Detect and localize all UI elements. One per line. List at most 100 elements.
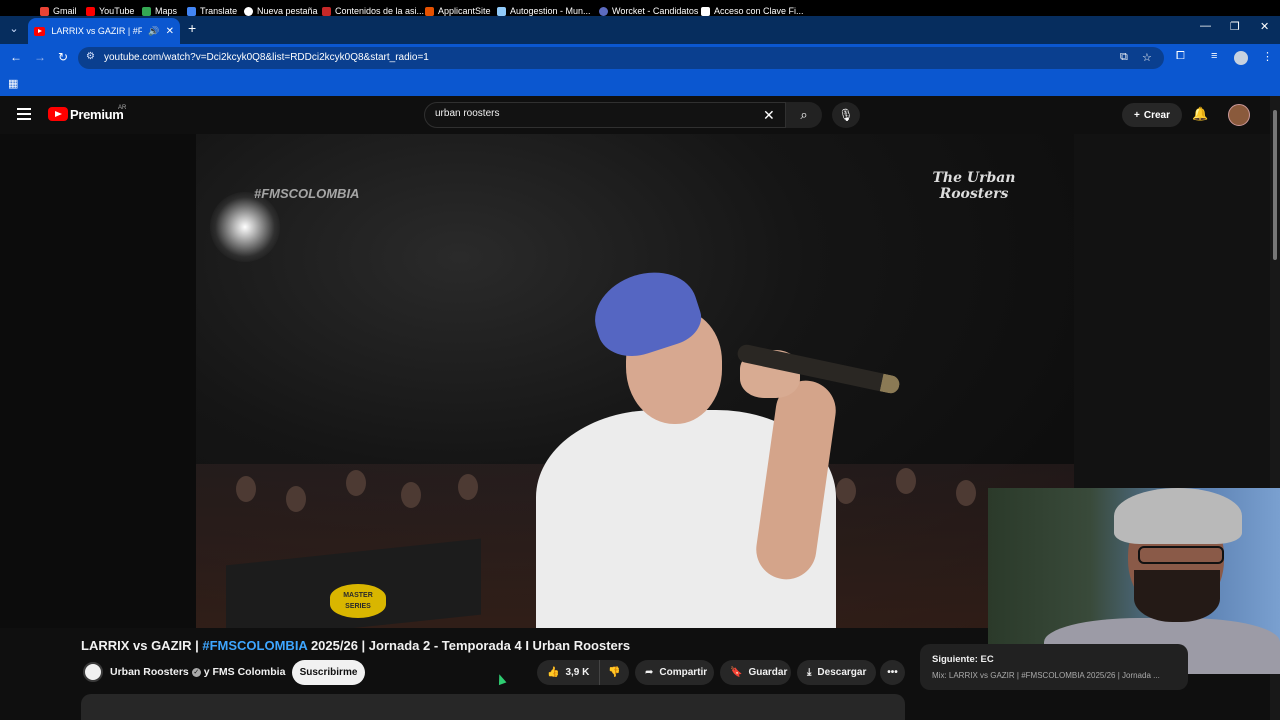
bookmark-item[interactable]: Nueva pestaña (244, 6, 318, 16)
forward-arrow-icon[interactable]: → (34, 50, 46, 64)
bookmark-label: YouTube (99, 6, 135, 16)
bookmark-favicon-icon (425, 6, 434, 16)
search-icon: ⌕ (800, 107, 808, 122)
channel-name[interactable]: Urban Roosters ✓ y FMS Colombia (110, 666, 285, 678)
bookmark-favicon-icon (40, 6, 49, 16)
video-title-suffix: 2025/26 | Jornada 2 - Temporada 4 I Urba… (307, 638, 631, 653)
bookmark-favicon-icon (187, 6, 196, 16)
audio-playing-icon[interactable]: 🔊 (148, 26, 159, 37)
theater-backdrop-right (1074, 134, 1270, 488)
browser-toolbar: ← → ↻ ⚙ youtube.com/watch?v=Dci2kcyk0Q8&… (0, 44, 1280, 72)
channel-name-primary[interactable]: Urban Roosters (110, 666, 189, 678)
bookmark-item[interactable]: Gmail (40, 6, 77, 16)
bookmark-item[interactable]: Translate (187, 6, 237, 16)
search-button[interactable]: ⌕ (786, 102, 822, 128)
bookmark-favicon-icon (599, 6, 608, 16)
plus-icon: + (1134, 109, 1140, 121)
restore-button[interactable]: ❐ (1230, 20, 1240, 33)
share-arrow-icon: ➦ (645, 667, 654, 678)
up-next-card[interactable]: Siguiente: EC Mix: LARRIX vs GAZIR | #FM… (920, 644, 1188, 690)
clear-search-icon[interactable]: ✕ (763, 107, 775, 124)
account-avatar[interactable] (1228, 104, 1250, 126)
more-horizontal-icon: ••• (887, 667, 898, 678)
like-button[interactable]: 👍 3,9 K (537, 660, 599, 685)
apps-grid-icon[interactable]: ▦ (8, 77, 18, 90)
save-button[interactable]: 🔖 Guardar (720, 660, 791, 685)
notifications-bell-icon[interactable]: 🔔 (1192, 106, 1208, 122)
share-button[interactable]: ➦ Compartir (635, 660, 714, 685)
channel-name-collab[interactable]: y FMS Colombia (204, 666, 286, 678)
bookmark-favicon-icon (244, 6, 253, 16)
search-box[interactable]: ✕ (424, 102, 786, 128)
youtube-favicon-icon (34, 26, 46, 36)
video-title: LARRIX vs GAZIR | #FMSCOLOMBIA 2025/26 |… (81, 638, 630, 653)
youtube-logo-icon[interactable] (48, 107, 68, 121)
bookmark-favicon-icon (86, 6, 95, 16)
address-bar[interactable]: ⚙ youtube.com/watch?v=Dci2kcyk0Q8&list=R… (78, 47, 1164, 69)
create-button[interactable]: + Crear (1122, 103, 1182, 127)
master-series-badge: MASTER SERIES (330, 584, 386, 618)
bookmark-item[interactable]: Worcket - Candidatos (599, 6, 698, 16)
scrollbar-thumb[interactable] (1273, 110, 1277, 260)
up-next-label: Siguiente: EC (932, 654, 994, 665)
new-tab-button[interactable]: + (188, 20, 196, 36)
extensions-icon[interactable]: ⧠ (1176, 50, 1185, 63)
thumbs-down-icon: 👎 (608, 667, 621, 678)
theater-backdrop-left (0, 134, 196, 628)
voice-search-button[interactable]: 🎙 (832, 102, 860, 128)
close-tab-icon[interactable]: ✕ (166, 26, 174, 37)
bookmark-item[interactable]: Autogestion - Mun... (497, 6, 591, 16)
bookmark-label: Autogestion - Mun... (510, 6, 591, 16)
video-watermark-hashtag: #FMSCOLOMBIA (254, 186, 360, 201)
more-actions-button[interactable]: ••• (880, 660, 905, 685)
back-arrow-icon[interactable]: ← (10, 50, 22, 64)
stage-light (210, 192, 280, 262)
save-label: Guardar (748, 667, 788, 678)
download-icon: ⤓ (807, 667, 812, 678)
bookmark-favicon-icon (497, 6, 506, 16)
youtube-header: Premium AR ✕ ⌕ 🎙 +Crear 🔔 (0, 96, 1270, 134)
bookmark-item[interactable]: ApplicantSite (425, 6, 491, 16)
search-input[interactable] (435, 108, 755, 119)
bookmark-label: Acceso con Clave Fi... (714, 6, 804, 16)
url-text: youtube.com/watch?v=Dci2kcyk0Q8&list=RDD… (104, 52, 429, 63)
reload-icon[interactable]: ↻ (58, 50, 68, 64)
browser-tab-active[interactable]: LARRIX vs GAZIR | #FMSCO 🔊 ✕ (28, 18, 180, 44)
install-app-icon[interactable]: ⧉ (1120, 51, 1128, 64)
thumbs-up-icon: 👍 (547, 667, 560, 678)
download-label: Descargar (817, 667, 867, 678)
channel-avatar[interactable] (83, 662, 103, 682)
create-label: Crear (1143, 109, 1170, 121)
bookmark-item[interactable]: Acceso con Clave Fi... (701, 6, 804, 16)
video-title-hashtag-link[interactable]: #FMSCOLOMBIA (202, 638, 307, 653)
bookmark-favicon-icon (322, 6, 331, 16)
minimize-button[interactable]: — (1200, 20, 1211, 32)
download-button[interactable]: ⤓ Descargar (797, 660, 876, 685)
up-next-subtitle: Mix: LARRIX vs GAZIR | #FMSCOLOMBIA 2025… (932, 671, 1160, 680)
profile-avatar[interactable] (1234, 51, 1248, 65)
description-box[interactable] (81, 694, 905, 720)
site-info-icon[interactable]: ⚙ (86, 51, 95, 62)
urban-roosters-logo: The Urban Roosters (932, 170, 1016, 202)
bookmark-star-icon[interactable]: ☆ (1142, 51, 1152, 64)
verified-check-icon: ✓ (191, 667, 201, 677)
tab-search-button[interactable]: ⌄ (6, 20, 22, 38)
video-player[interactable]: #FMSCOLOMBIA The Urban Roosters MASTER S… (196, 134, 1074, 628)
video-title-prefix: LARRIX vs GAZIR | (81, 638, 203, 653)
region-code: AR (118, 105, 127, 111)
dislike-button[interactable]: 👎 (599, 660, 629, 685)
media-controls-icon[interactable]: ≡ (1211, 50, 1217, 62)
bookmark-item[interactable]: Maps (142, 6, 177, 16)
microphone-icon: 🎙 (838, 108, 854, 122)
bookmark-item[interactable]: YouTube (86, 6, 134, 16)
mouse-cursor (495, 672, 507, 686)
like-count: 3,9 K (565, 667, 590, 678)
close-window-button[interactable]: ✕ (1260, 20, 1269, 33)
youtube-premium-wordmark[interactable]: Premium (70, 107, 124, 122)
tab-title: LARRIX vs GAZIR | #FMSCO (51, 26, 143, 36)
bookmark-item[interactable]: Contenidos de la asi... (322, 6, 424, 16)
subscribe-button[interactable]: Suscribirme (292, 660, 365, 685)
bookmark-icon: 🔖 (730, 667, 743, 678)
hamburger-menu-icon[interactable] (17, 108, 31, 120)
menu-kebab-icon[interactable]: ⋮ (1262, 50, 1273, 63)
